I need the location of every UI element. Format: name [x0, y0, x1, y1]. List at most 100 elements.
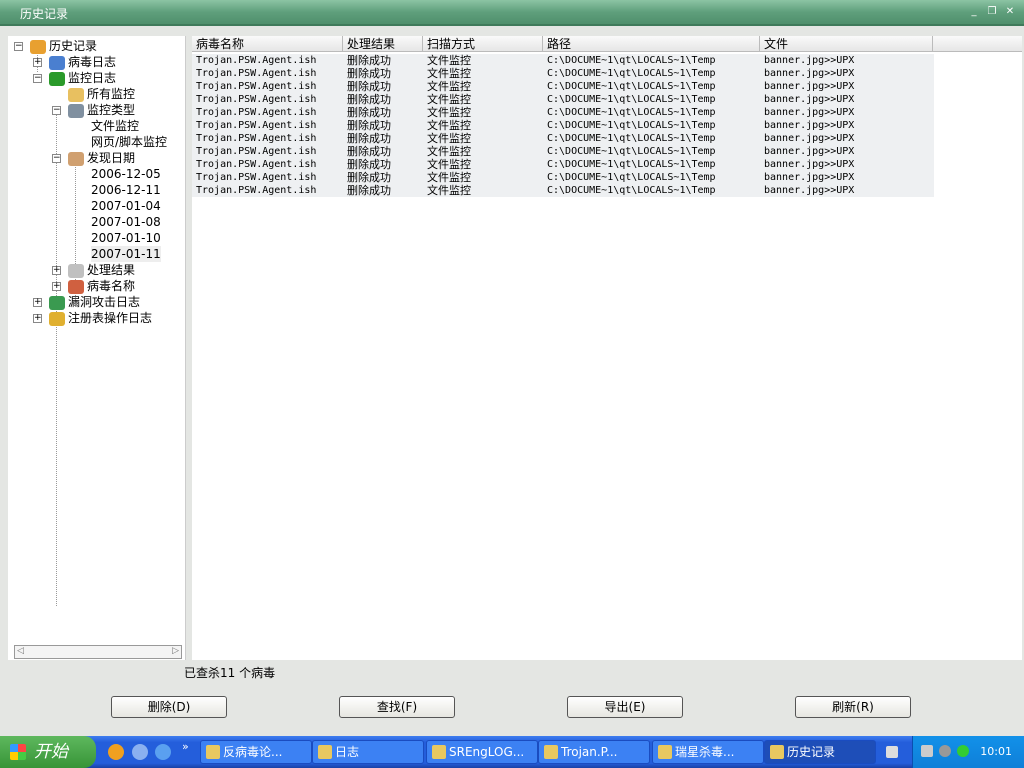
find-button[interactable]: 查找(F) [339, 696, 455, 718]
tree-item[interactable]: 病毒名称 [68, 278, 135, 294]
table-row[interactable]: Trojan.PSW.Agent.ish 删除成功 文件监控 C:\DOCUME~1\… [192, 80, 934, 93]
table-row[interactable]: Trojan.PSW.Agent.ish 删除成功 文件监控 C:\DOCUME~1\… [192, 158, 934, 171]
table-cell: Trojan.PSW.Agent.ish [196, 172, 317, 183]
keyboard-icon[interactable] [886, 746, 898, 758]
tree-item[interactable]: 2006-12-05 [91, 166, 161, 182]
table-cell: banner.jpg>>UPX [764, 55, 855, 66]
tree-item[interactable]: 所有监控 [68, 86, 135, 102]
table-row[interactable]: Trojan.PSW.Agent.ish 删除成功 文件监控 C:\DOCUME~1\… [192, 106, 934, 119]
collapse-icon[interactable]: − [52, 154, 61, 163]
table-cell: C:\DOCUME~1\qt\LOCALS~1\Temp [547, 185, 716, 196]
table-cell: C:\DOCUME~1\qt\LOCALS~1\Temp [547, 146, 716, 157]
column-header[interactable]: 病毒名称 [192, 36, 343, 52]
tree-item[interactable]: 2007-01-04 [91, 198, 161, 214]
table-cell: 删除成功 [347, 184, 391, 197]
tree-line [56, 106, 57, 606]
table-row[interactable]: Trojan.PSW.Agent.ish 删除成功 文件监控 C:\DOCUME~1\… [192, 67, 934, 80]
tree-item[interactable]: 2007-01-11 [91, 246, 161, 262]
taskbar-button[interactable]: Trojan.P... [538, 740, 650, 764]
column-header[interactable]: 文件 [760, 36, 933, 52]
expand-icon[interactable]: + [33, 298, 42, 307]
tree-item-label: 病毒日志 [68, 55, 117, 69]
column-header[interactable]: 处理结果 [343, 36, 423, 52]
restore-button[interactable]: ❐ [986, 6, 998, 17]
collapse-icon[interactable]: − [33, 74, 42, 83]
table-cell: banner.jpg>>UPX [764, 172, 855, 183]
tree-item[interactable]: 2007-01-08 [91, 214, 161, 230]
network-icon[interactable] [921, 745, 933, 757]
expand-icon[interactable]: + [33, 58, 42, 67]
tree-item[interactable]: 注册表操作日志 [49, 310, 152, 326]
scroll-right-icon[interactable]: ▷ [172, 646, 179, 656]
table-row[interactable]: Trojan.PSW.Agent.ish 删除成功 文件监控 C:\DOCUME~1\… [192, 184, 934, 197]
quicklaunch-more[interactable]: » [182, 740, 189, 753]
taskbar-button-label: 瑞星杀毒... [675, 745, 735, 759]
app-icon [544, 745, 558, 759]
collapse-icon[interactable]: − [52, 106, 61, 115]
scroll-left-icon[interactable]: ◁ [17, 646, 24, 656]
column-header[interactable]: 路径 [543, 36, 760, 52]
taskbar-button[interactable]: SREngLOG... [426, 740, 538, 764]
tree-node-icon [49, 311, 65, 326]
table-cell: banner.jpg>>UPX [764, 146, 855, 157]
taskbar-button[interactable]: 瑞星杀毒... [652, 740, 764, 764]
tree-item[interactable]: 网页/脚本监控 [91, 134, 167, 150]
rising-monitor-icon[interactable] [957, 745, 969, 757]
taskbar-button[interactable]: 日志 [312, 740, 424, 764]
tree-node-icon [49, 295, 65, 310]
tree-item[interactable]: 发现日期 [68, 150, 135, 166]
table-cell: 删除成功 [347, 54, 391, 67]
tree-item[interactable]: 监控日志 [49, 70, 116, 86]
taskbar-button[interactable]: 反病毒论... [200, 740, 312, 764]
taskbar-button[interactable]: 历史记录 [764, 740, 876, 764]
tree-item[interactable]: 2006-12-11 [91, 182, 161, 198]
collapse-icon[interactable]: − [14, 42, 23, 51]
tree-item[interactable]: 历史记录 [30, 38, 97, 54]
tree-item[interactable]: 文件监控 [91, 118, 139, 134]
table-cell: 删除成功 [347, 67, 391, 80]
table-cell: banner.jpg>>UPX [764, 94, 855, 105]
table-cell: 删除成功 [347, 80, 391, 93]
expand-icon[interactable]: + [52, 266, 61, 275]
tree-item[interactable]: 2007-01-10 [91, 230, 161, 246]
tree-horizontal-scrollbar[interactable]: ◁ ▷ [14, 645, 182, 659]
tree-item-label: 2007-01-11 [91, 247, 161, 261]
media-player-icon[interactable] [108, 744, 124, 760]
tree-item[interactable]: 监控类型 [68, 102, 135, 118]
refresh-button[interactable]: 刷新(R) [795, 696, 911, 718]
browser-icon[interactable] [132, 744, 148, 760]
tree-item[interactable]: 病毒日志 [49, 54, 116, 70]
table-cell: 删除成功 [347, 132, 391, 145]
table-cell: 文件监控 [427, 119, 471, 132]
table-row[interactable]: Trojan.PSW.Agent.ish 删除成功 文件监控 C:\DOCUME~1\… [192, 132, 934, 145]
column-header[interactable]: 扫描方式 [423, 36, 543, 52]
tree-item[interactable]: 漏洞攻击日志 [49, 294, 140, 310]
table-cell: Trojan.PSW.Agent.ish [196, 146, 317, 157]
table-row[interactable]: Trojan.PSW.Agent.ish 删除成功 文件监控 C:\DOCUME~1\… [192, 119, 934, 132]
virus-log-table: 病毒名称 处理结果 扫描方式 路径 文件 Trojan.PSW.Agent.ish 删除成… [192, 36, 1022, 660]
tree-item-label: 监控类型 [87, 103, 136, 117]
expand-icon[interactable]: + [52, 282, 61, 291]
close-button[interactable]: ✕ [1004, 6, 1016, 17]
tree-item[interactable]: 处理结果 [68, 262, 135, 278]
table-cell: 删除成功 [347, 145, 391, 158]
table-cell: 文件监控 [427, 106, 471, 119]
table-row[interactable]: Trojan.PSW.Agent.ish 删除成功 文件监控 C:\DOCUME~1\… [192, 54, 934, 67]
table-row[interactable]: Trojan.PSW.Agent.ish 删除成功 文件监控 C:\DOCUME~1\… [192, 145, 934, 158]
delete-button[interactable]: 删除(D) [111, 696, 227, 718]
export-button[interactable]: 导出(E) [567, 696, 683, 718]
tree-item-label: 2007-01-08 [91, 215, 161, 229]
expand-icon[interactable]: + [33, 314, 42, 323]
app-icon [206, 745, 220, 759]
table-row[interactable]: Trojan.PSW.Agent.ish 删除成功 文件监控 C:\DOCUME~1\… [192, 171, 934, 184]
tree-node-icon [68, 151, 84, 166]
security-icon[interactable] [939, 745, 951, 757]
minimize-button[interactable]: _ [968, 6, 980, 17]
tree-item-label: 处理结果 [87, 263, 136, 277]
table-row[interactable]: Trojan.PSW.Agent.ish 删除成功 文件监控 C:\DOCUME~1\… [192, 93, 934, 106]
ie-icon[interactable] [155, 744, 171, 760]
table-cell: 删除成功 [347, 93, 391, 106]
app-icon [658, 745, 672, 759]
start-button[interactable]: 开始 [0, 736, 96, 768]
table-cell: Trojan.PSW.Agent.ish [196, 133, 317, 144]
